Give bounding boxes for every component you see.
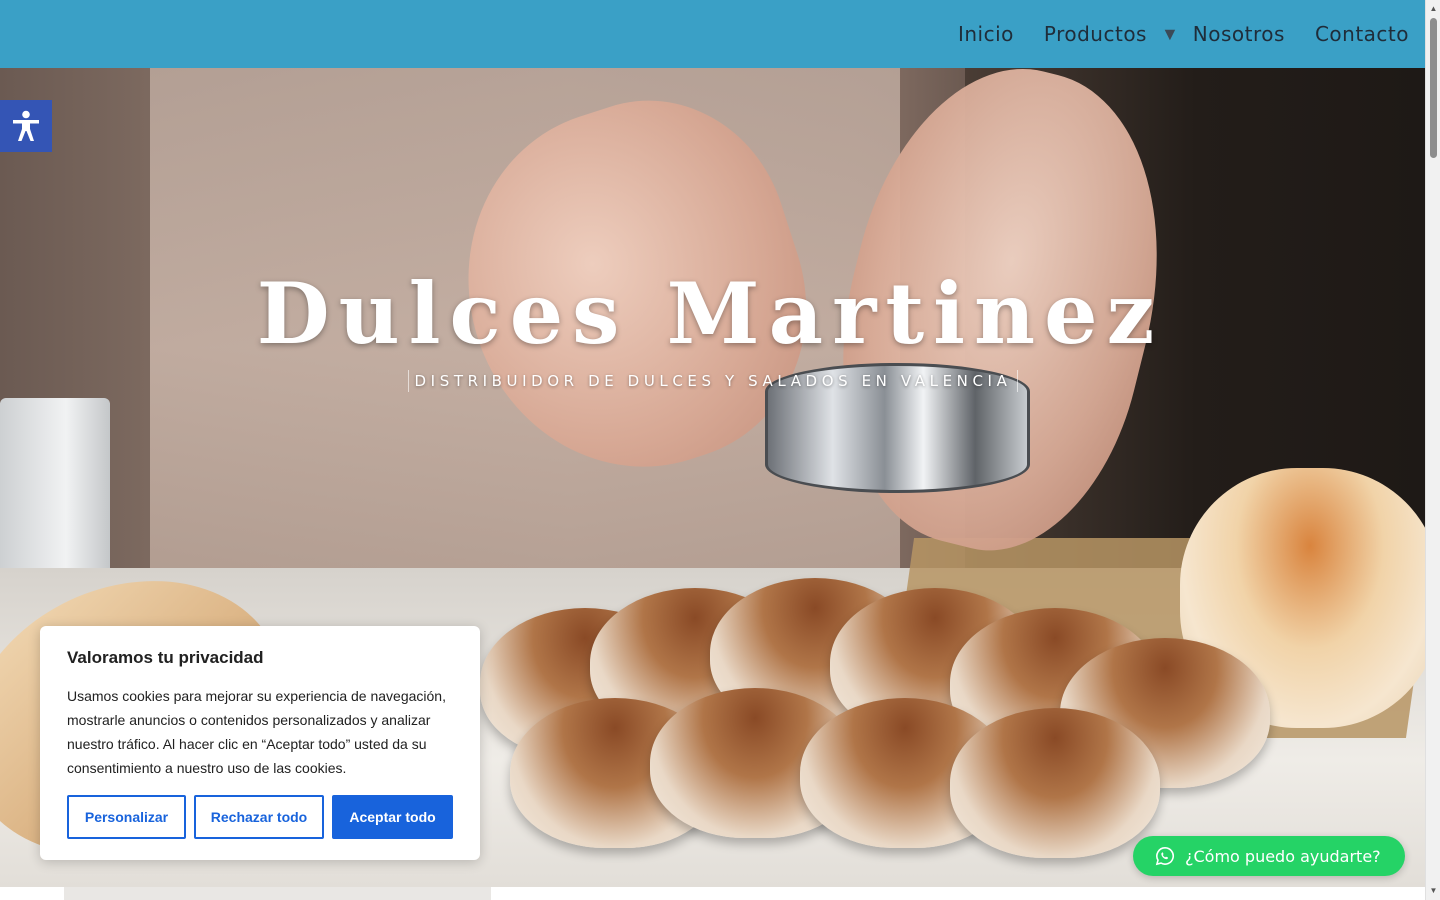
hero-title: Dulces Martinez: [256, 264, 1164, 363]
cookie-title: Valoramos tu privacidad: [67, 648, 264, 667]
chevron-down-icon[interactable]: ▼: [1161, 24, 1179, 45]
hero-subtitle: DISTRIBUIDOR DE DULCES Y SALADOS EN VALE…: [408, 370, 1018, 392]
nav-item-productos[interactable]: Productos: [1044, 22, 1147, 46]
accessibility-button[interactable]: [0, 100, 52, 152]
whatsapp-icon: [1155, 847, 1174, 866]
scroll-down-icon[interactable]: ▼: [1426, 884, 1440, 898]
scrollbar-thumb[interactable]: [1430, 18, 1437, 158]
cookie-description: Usamos cookies para mejorar su experienc…: [67, 688, 446, 776]
cookie-actions: Personalizar Rechazar todo Aceptar todo: [67, 795, 453, 839]
customize-button[interactable]: Personalizar: [67, 795, 186, 839]
page-scrollbar[interactable]: ▲ ▼: [1425, 0, 1440, 900]
nav-item-inicio[interactable]: Inicio: [958, 22, 1014, 46]
main-nav: Inicio Productos ▼ Nosotros Contacto: [928, 0, 1409, 68]
whatsapp-label: ¿Cómo puedo ayudarte?: [1185, 846, 1381, 866]
below-fold-image: [64, 887, 491, 900]
site-header: Inicio Productos ▼ Nosotros Contacto: [0, 0, 1425, 68]
whatsapp-chat-button[interactable]: ¿Cómo puedo ayudarte?: [1133, 836, 1405, 876]
accept-all-button[interactable]: Aceptar todo: [332, 795, 453, 839]
cookie-consent-banner: Valoramos tu privacidad Usamos cookies p…: [40, 626, 480, 860]
nav-item-nosotros[interactable]: Nosotros: [1193, 22, 1285, 46]
bun: [950, 708, 1160, 858]
nav-item-contacto[interactable]: Contacto: [1315, 22, 1409, 46]
accessibility-icon: [13, 110, 39, 141]
scroll-up-icon[interactable]: ▲: [1426, 2, 1440, 16]
reject-all-button[interactable]: Rechazar todo: [194, 795, 324, 839]
